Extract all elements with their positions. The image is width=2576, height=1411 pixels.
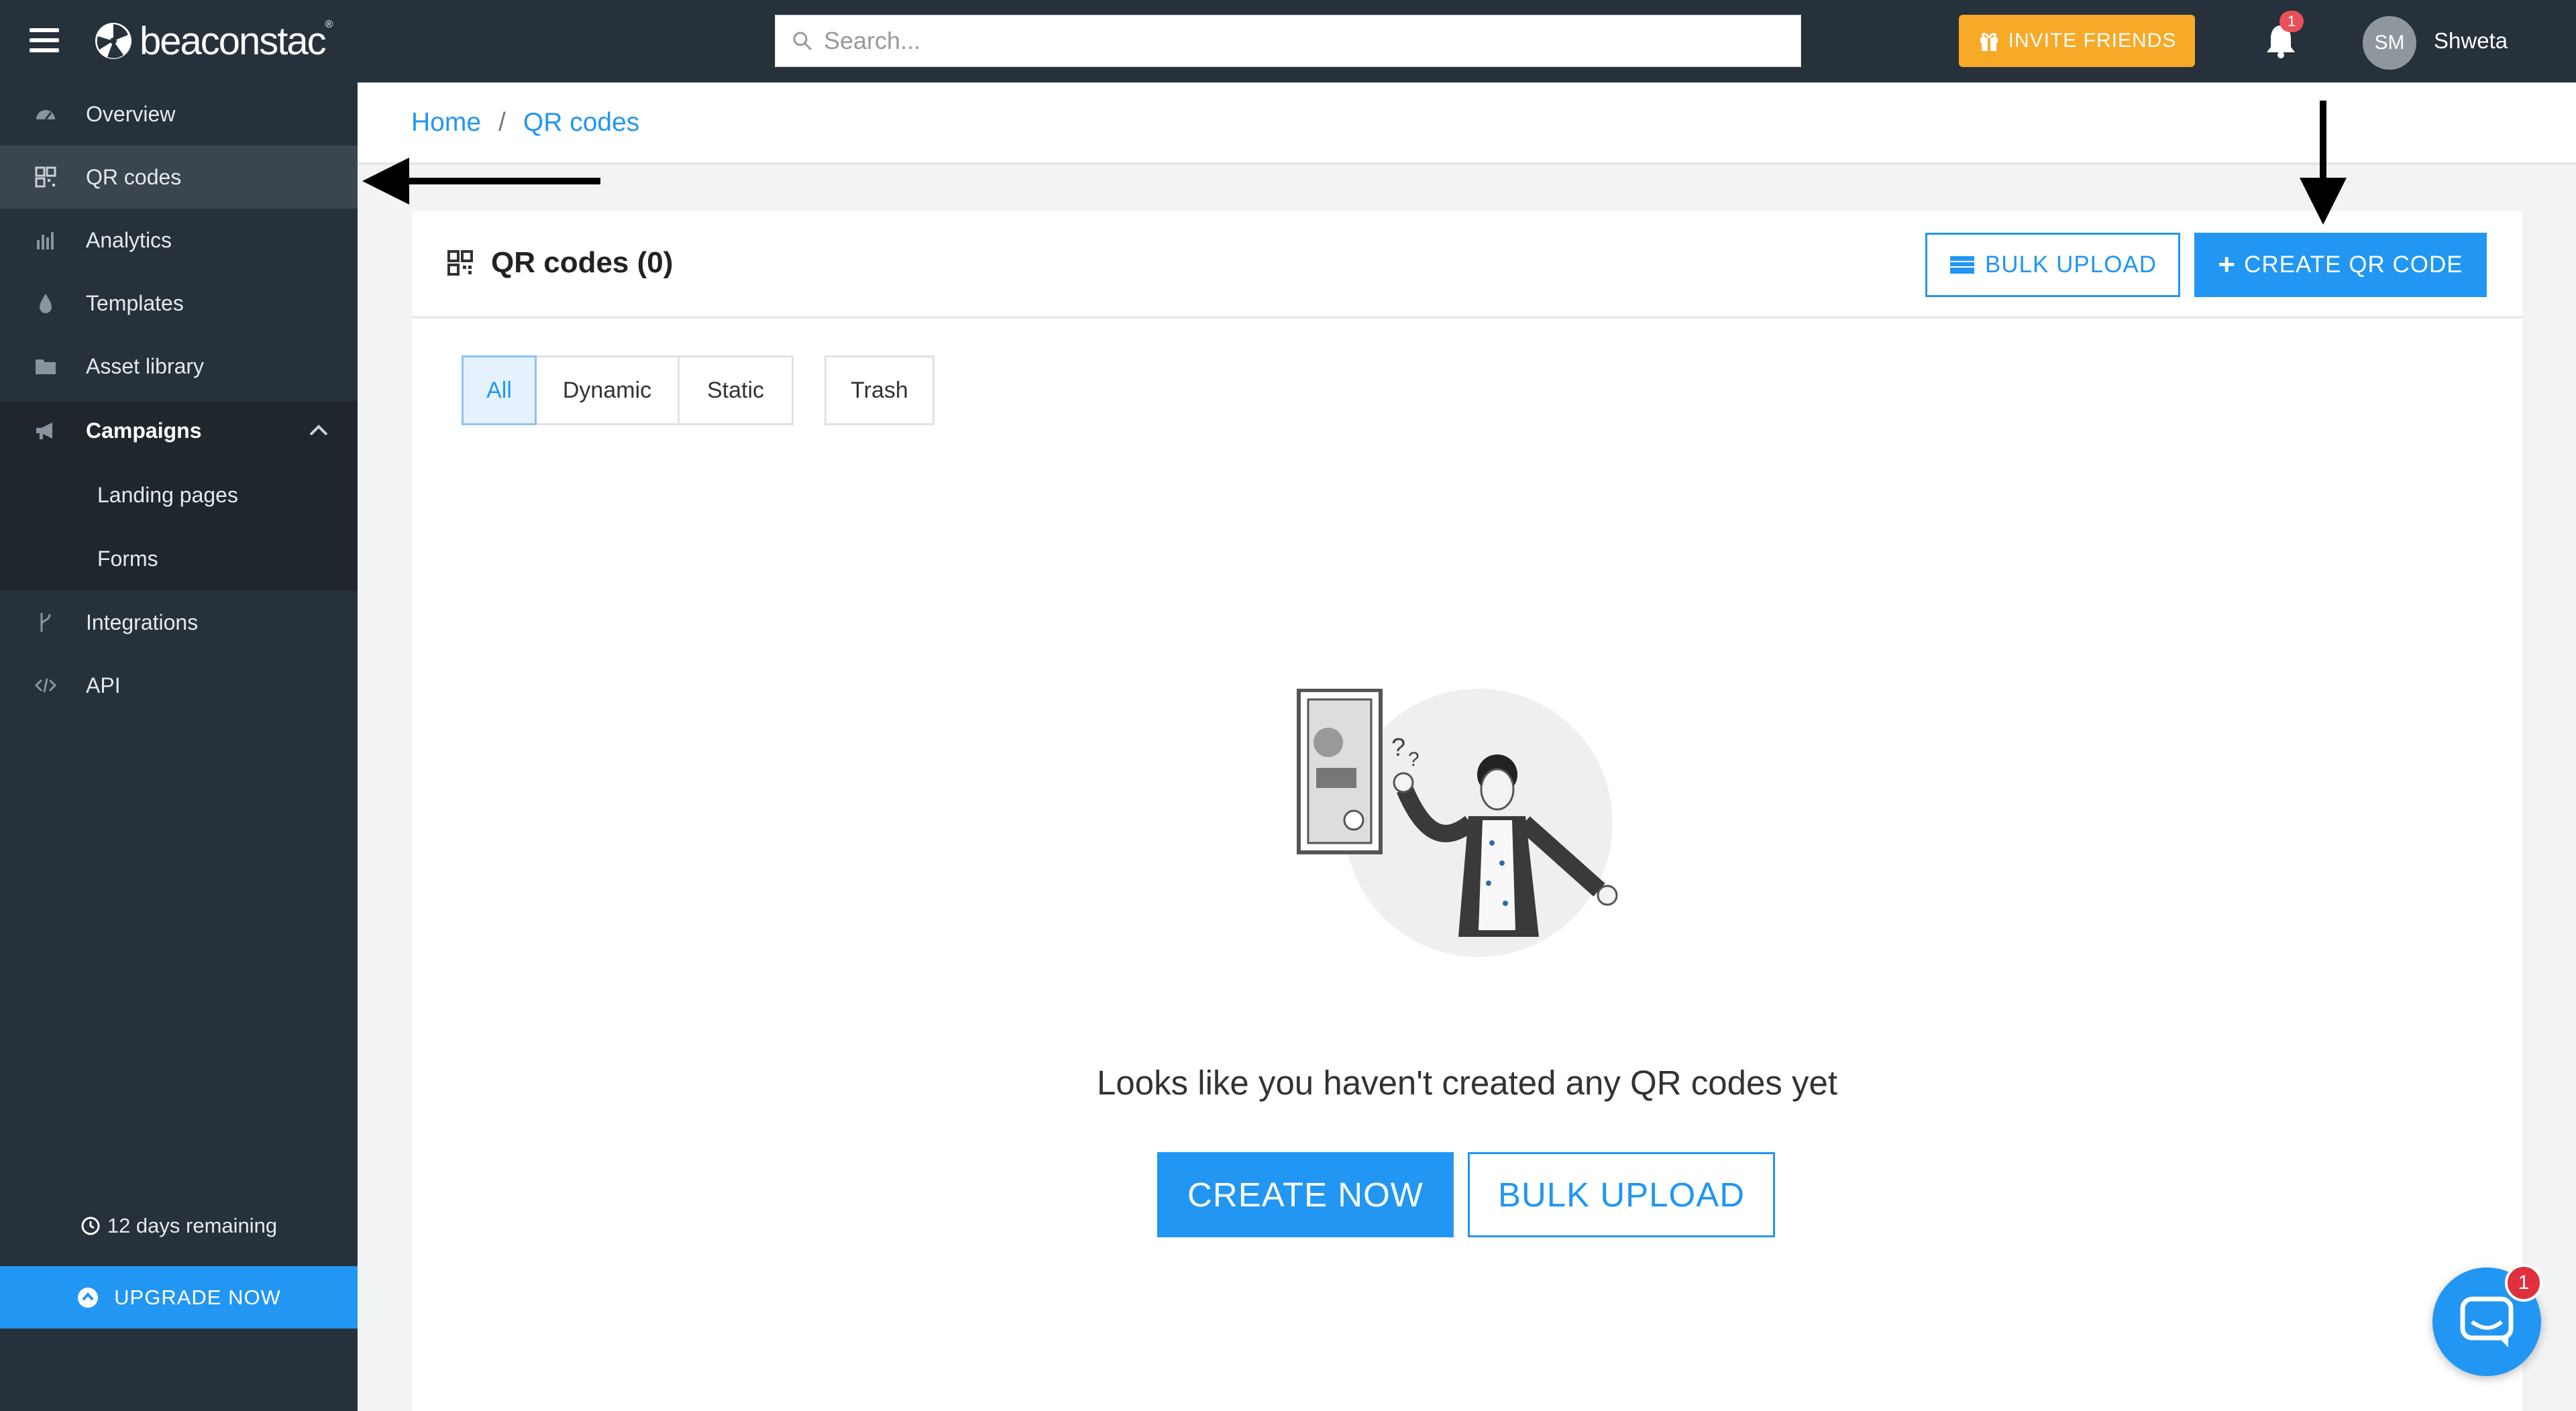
search-box bbox=[775, 15, 1801, 67]
create-qr-code-label: CREATE QR CODE bbox=[2244, 251, 2463, 278]
filter-dynamic[interactable]: Dynamic bbox=[537, 355, 680, 425]
create-qr-code-button[interactable]: + CREATE QR CODE bbox=[2194, 233, 2487, 297]
chat-badge: 1 bbox=[2505, 1264, 2542, 1302]
filter-tabs: All Dynamic Static Trash bbox=[462, 355, 934, 425]
brand-name: beaconstac® bbox=[140, 18, 333, 63]
sidebar-item-analytics[interactable]: Analytics bbox=[0, 209, 358, 272]
invite-label: INVITE FRIENDS bbox=[2008, 30, 2177, 52]
sidebar-item-label: QR codes bbox=[86, 164, 182, 189]
chat-icon bbox=[2460, 1296, 2514, 1347]
sidebar-subitem-forms[interactable]: Forms bbox=[97, 547, 158, 571]
table-icon bbox=[1949, 256, 1974, 274]
sidebar-item-asset-library[interactable]: Asset library bbox=[0, 335, 358, 398]
qr-codes-card: QR codes (0) BULK UPLOAD + CREATE QR COD… bbox=[412, 211, 2522, 1411]
empty-state-illustration: ? ? bbox=[1297, 689, 1618, 957]
sidebar-item-integrations[interactable]: Integrations bbox=[0, 591, 358, 654]
bulk-upload-label: BULK UPLOAD bbox=[1984, 251, 2157, 278]
annotation-arrow-left-icon bbox=[362, 158, 600, 205]
hamburger-menu-icon[interactable] bbox=[30, 28, 59, 55]
sidebar-item-label: Analytics bbox=[86, 227, 172, 252]
clock-icon bbox=[81, 1217, 100, 1235]
chevron-up-icon[interactable] bbox=[307, 418, 331, 443]
card-header: QR codes (0) BULK UPLOAD + CREATE QR COD… bbox=[412, 211, 2522, 319]
invite-friends-button[interactable]: INVITE FRIENDS bbox=[1959, 15, 2195, 67]
sidebar-item-qr-codes[interactable]: QR codes bbox=[0, 146, 358, 209]
sidebar-item-api[interactable]: API bbox=[0, 654, 358, 717]
megaphone-icon bbox=[36, 422, 52, 439]
code-icon bbox=[34, 678, 57, 693]
breadcrumb-current[interactable]: QR codes bbox=[523, 108, 639, 137]
sidebar-item-templates[interactable]: Templates bbox=[0, 272, 358, 335]
search-icon bbox=[793, 32, 812, 51]
trial-text: 12 days remaining bbox=[107, 1214, 278, 1237]
sidebar-item-label: Asset library bbox=[86, 353, 205, 378]
avatar[interactable]: SM bbox=[2363, 16, 2416, 70]
sidebar-item-label: API bbox=[86, 673, 121, 697]
breadcrumb: Home / QR codes bbox=[358, 82, 2576, 165]
beaconstac-logo-icon bbox=[95, 23, 131, 59]
sidebar-item-label: Integrations bbox=[86, 610, 199, 634]
search-input[interactable] bbox=[822, 26, 1801, 56]
bulk-upload-now-button[interactable]: BULK UPLOAD bbox=[1468, 1152, 1775, 1237]
breadcrumb-home[interactable]: Home bbox=[411, 108, 481, 137]
svg-text:?: ? bbox=[1408, 748, 1419, 771]
sidebar-item-campaigns[interactable]: Campaigns bbox=[0, 399, 358, 462]
bulk-upload-button[interactable]: BULK UPLOAD bbox=[1925, 233, 2180, 297]
trial-remaining: 12 days remaining bbox=[0, 1214, 358, 1238]
sidebar: Overview QR codes Analytics Templates As… bbox=[0, 82, 358, 1411]
create-now-button[interactable]: CREATE NOW bbox=[1157, 1152, 1454, 1237]
filter-static[interactable]: Static bbox=[680, 355, 794, 425]
user-name[interactable]: Shweta bbox=[2434, 28, 2508, 54]
svg-text:?: ? bbox=[1391, 734, 1405, 762]
notification-badge: 1 bbox=[2279, 11, 2304, 32]
upgrade-arrow-icon bbox=[78, 1287, 99, 1308]
sidebar-item-label: Templates bbox=[86, 290, 184, 315]
filter-all[interactable]: All bbox=[462, 355, 537, 425]
branch-icon bbox=[40, 613, 51, 632]
qr-code-icon bbox=[35, 166, 56, 188]
page-title: QR codes (0) bbox=[447, 246, 673, 280]
gift-icon bbox=[1980, 33, 1998, 51]
sidebar-item-label: Overview bbox=[86, 101, 176, 126]
empty-state-message: Looks like you haven't created any QR co… bbox=[1096, 1064, 1838, 1102]
qr-code-icon bbox=[447, 250, 473, 276]
breadcrumb-separator: / bbox=[498, 107, 506, 137]
filter-trash[interactable]: Trash bbox=[824, 355, 934, 425]
folder-icon bbox=[36, 359, 56, 374]
brand-logo[interactable]: beaconstac® bbox=[94, 17, 333, 64]
plus-icon: + bbox=[2218, 248, 2237, 281]
sidebar-item-overview[interactable]: Overview bbox=[0, 82, 358, 146]
bar-chart-icon bbox=[37, 232, 54, 249]
upgrade-now-button[interactable]: UPGRADE NOW bbox=[0, 1266, 358, 1329]
page-title-text: QR codes (0) bbox=[491, 246, 674, 279]
drop-icon bbox=[40, 294, 52, 313]
upgrade-label: UPGRADE NOW bbox=[114, 1285, 281, 1309]
sidebar-subitem-landing-pages[interactable]: Landing pages bbox=[97, 483, 238, 508]
annotation-arrow-down-icon bbox=[2300, 101, 2347, 225]
dashboard-icon bbox=[36, 110, 55, 120]
sidebar-item-label: Campaigns bbox=[86, 418, 202, 443]
top-bar: beaconstac® INVITE FRIENDS 1 SM Shweta bbox=[0, 0, 2576, 82]
